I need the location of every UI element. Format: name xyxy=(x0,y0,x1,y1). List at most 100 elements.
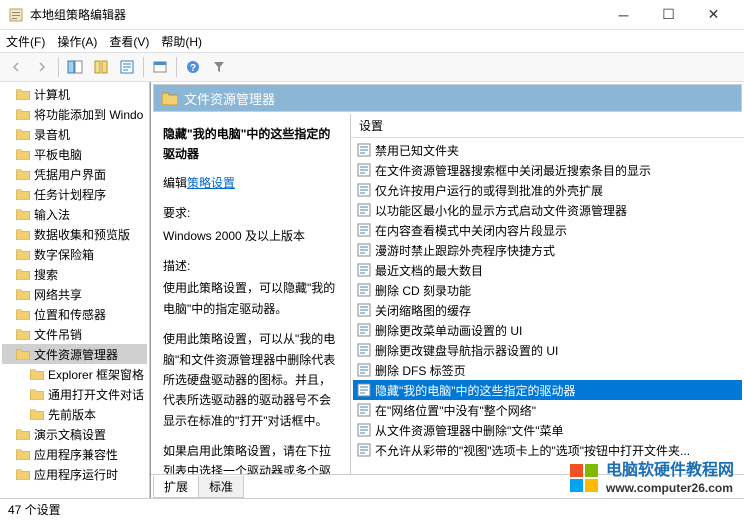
setting-item[interactable]: 在"网络位置"中没有"整个网络" xyxy=(353,400,742,420)
policy-icon xyxy=(357,203,371,217)
filter-icon[interactable] xyxy=(207,55,231,79)
tree-item[interactable]: 应用程序运行时 xyxy=(2,464,147,484)
tree-item[interactable]: 搜索 xyxy=(2,264,147,284)
content-title: 文件资源管理器 xyxy=(184,89,275,108)
tree-item[interactable]: 任务计划程序 xyxy=(2,184,147,204)
policy-icon xyxy=(357,383,371,397)
policy-icon xyxy=(357,303,371,317)
setting-item[interactable]: 隐藏"我的电脑"中的这些指定的驱动器 xyxy=(353,380,742,400)
tree-item[interactable]: 录音机 xyxy=(2,124,147,144)
setting-label: 在"网络位置"中没有"整个网络" xyxy=(375,402,536,419)
folder-icon xyxy=(16,448,30,460)
folder-icon xyxy=(16,148,30,160)
setting-item[interactable]: 不允许从彩带的"视图"选项卡上的"选项"按钮中打开文件夹... xyxy=(353,440,742,460)
policy-icon xyxy=(357,183,371,197)
properties-button[interactable] xyxy=(148,55,172,79)
setting-label: 隐藏"我的电脑"中的这些指定的驱动器 xyxy=(375,382,576,399)
back-button[interactable] xyxy=(4,55,28,79)
tree-item[interactable]: 凭据用户界面 xyxy=(2,164,147,184)
folder-icon xyxy=(16,128,30,140)
help-button[interactable]: ? xyxy=(181,55,205,79)
tree-item[interactable]: 演示文稿设置 xyxy=(2,424,147,444)
tree-item-label: 平板电脑 xyxy=(34,146,82,163)
tree-item[interactable]: 输入法 xyxy=(2,204,147,224)
menu-action[interactable]: 操作(A) xyxy=(57,33,97,50)
minimize-button[interactable]: ─ xyxy=(601,1,646,29)
folder-icon xyxy=(16,308,30,320)
item-count: 47 个设置 xyxy=(8,501,61,518)
tree-item[interactable]: 数据收集和预览版 xyxy=(2,224,147,244)
navigation-tree[interactable]: 计算机将功能添加到 Windo录音机平板电脑凭据用户界面任务计划程序输入法数据收… xyxy=(0,82,150,498)
folder-icon xyxy=(16,348,30,360)
setting-item[interactable]: 从文件资源管理器中删除"文件"菜单 xyxy=(353,420,742,440)
maximize-button[interactable]: ☐ xyxy=(646,1,691,29)
setting-item[interactable]: 漫游时禁止跟踪外壳程序快捷方式 xyxy=(353,240,742,260)
setting-item[interactable]: 删除 CD 刻录功能 xyxy=(353,280,742,300)
menu-file[interactable]: 文件(F) xyxy=(6,33,45,50)
settings-list[interactable]: 禁用已知文件夹在文件资源管理器搜索框中关闭最近搜索条目的显示仅允许按用户运行的或… xyxy=(351,138,744,474)
edit-label: 编辑 xyxy=(163,176,187,190)
tree-item[interactable]: 位置和传感器 xyxy=(2,304,147,324)
setting-item[interactable]: 在文件资源管理器搜索框中关闭最近搜索条目的显示 xyxy=(353,160,742,180)
tree-item[interactable]: 将功能添加到 Windo xyxy=(2,104,147,124)
setting-item[interactable]: 仅允许按用户运行的或得到批准的外壳扩展 xyxy=(353,180,742,200)
filter-button[interactable] xyxy=(115,55,139,79)
folder-icon xyxy=(16,88,30,100)
tree-item-label: 输入法 xyxy=(34,206,70,223)
tree-item-label: 通用打开文件对话 xyxy=(48,386,144,403)
export-button[interactable] xyxy=(89,55,113,79)
tree-item[interactable]: 计算机 xyxy=(2,84,147,104)
setting-label: 最近文档的最大数目 xyxy=(375,262,483,279)
menu-help[interactable]: 帮助(H) xyxy=(161,33,202,50)
close-button[interactable]: ✕ xyxy=(691,1,736,29)
tree-item[interactable]: 应用程序兼容性 xyxy=(2,444,147,464)
show-hide-button[interactable] xyxy=(63,55,87,79)
policy-icon xyxy=(357,263,371,277)
menubar: 文件(F) 操作(A) 查看(V) 帮助(H) xyxy=(0,30,744,52)
settings-column-header[interactable]: 设置 xyxy=(351,114,744,138)
setting-label: 在内容查看模式中关闭内容片段显示 xyxy=(375,222,567,239)
tree-item-label: 文件吊销 xyxy=(34,326,82,343)
tree-item[interactable]: 网络共享 xyxy=(2,284,147,304)
tree-item-label: Explorer 框架窗格 xyxy=(48,366,144,383)
tree-item-label: 应用程序运行时 xyxy=(34,466,118,483)
window-title: 本地组策略编辑器 xyxy=(30,6,601,23)
policy-title: 隐藏"我的电脑"中的这些指定的驱动器 xyxy=(163,124,338,165)
folder-icon xyxy=(30,388,44,400)
folder-icon xyxy=(16,188,30,200)
tree-item[interactable]: 文件资源管理器 xyxy=(2,344,147,364)
setting-item[interactable]: 删除更改菜单动画设置的 UI xyxy=(353,320,742,340)
bottom-tabs: 扩展 标准 xyxy=(151,474,744,498)
tree-item[interactable]: 通用打开文件对话 xyxy=(2,384,147,404)
folder-icon xyxy=(162,91,178,105)
svg-text:?: ? xyxy=(190,63,196,74)
policy-icon xyxy=(357,323,371,337)
setting-item[interactable]: 以功能区最小化的显示方式启动文件资源管理器 xyxy=(353,200,742,220)
menu-view[interactable]: 查看(V) xyxy=(109,33,149,50)
setting-item[interactable]: 关闭缩略图的缓存 xyxy=(353,300,742,320)
setting-item[interactable]: 在内容查看模式中关闭内容片段显示 xyxy=(353,220,742,240)
setting-item[interactable]: 删除 DFS 标签页 xyxy=(353,360,742,380)
tree-item-label: 先前版本 xyxy=(48,406,96,423)
setting-item[interactable]: 禁用已知文件夹 xyxy=(353,140,742,160)
tree-item[interactable]: 先前版本 xyxy=(2,404,147,424)
tree-item[interactable]: 文件吊销 xyxy=(2,324,147,344)
setting-label: 在文件资源管理器搜索框中关闭最近搜索条目的显示 xyxy=(375,162,651,179)
tab-extended[interactable]: 扩展 xyxy=(153,476,199,498)
policy-icon xyxy=(357,163,371,177)
forward-button[interactable] xyxy=(30,55,54,79)
tree-item[interactable]: 数字保险箱 xyxy=(2,244,147,264)
setting-item[interactable]: 最近文档的最大数目 xyxy=(353,260,742,280)
setting-item[interactable]: 删除更改键盘导航指示器设置的 UI xyxy=(353,340,742,360)
folder-icon xyxy=(16,208,30,220)
folder-icon xyxy=(16,248,30,260)
setting-label: 关闭缩略图的缓存 xyxy=(375,302,471,319)
tree-item[interactable]: Explorer 框架窗格 xyxy=(2,364,147,384)
edit-policy-link[interactable]: 策略设置 xyxy=(187,176,235,190)
setting-label: 删除更改键盘导航指示器设置的 UI xyxy=(375,342,558,359)
description-label: 描述: xyxy=(163,256,338,276)
setting-label: 仅允许按用户运行的或得到批准的外壳扩展 xyxy=(375,182,603,199)
tab-standard[interactable]: 标准 xyxy=(198,476,244,498)
setting-label: 删除更改菜单动画设置的 UI xyxy=(375,322,522,339)
tree-item[interactable]: 平板电脑 xyxy=(2,144,147,164)
